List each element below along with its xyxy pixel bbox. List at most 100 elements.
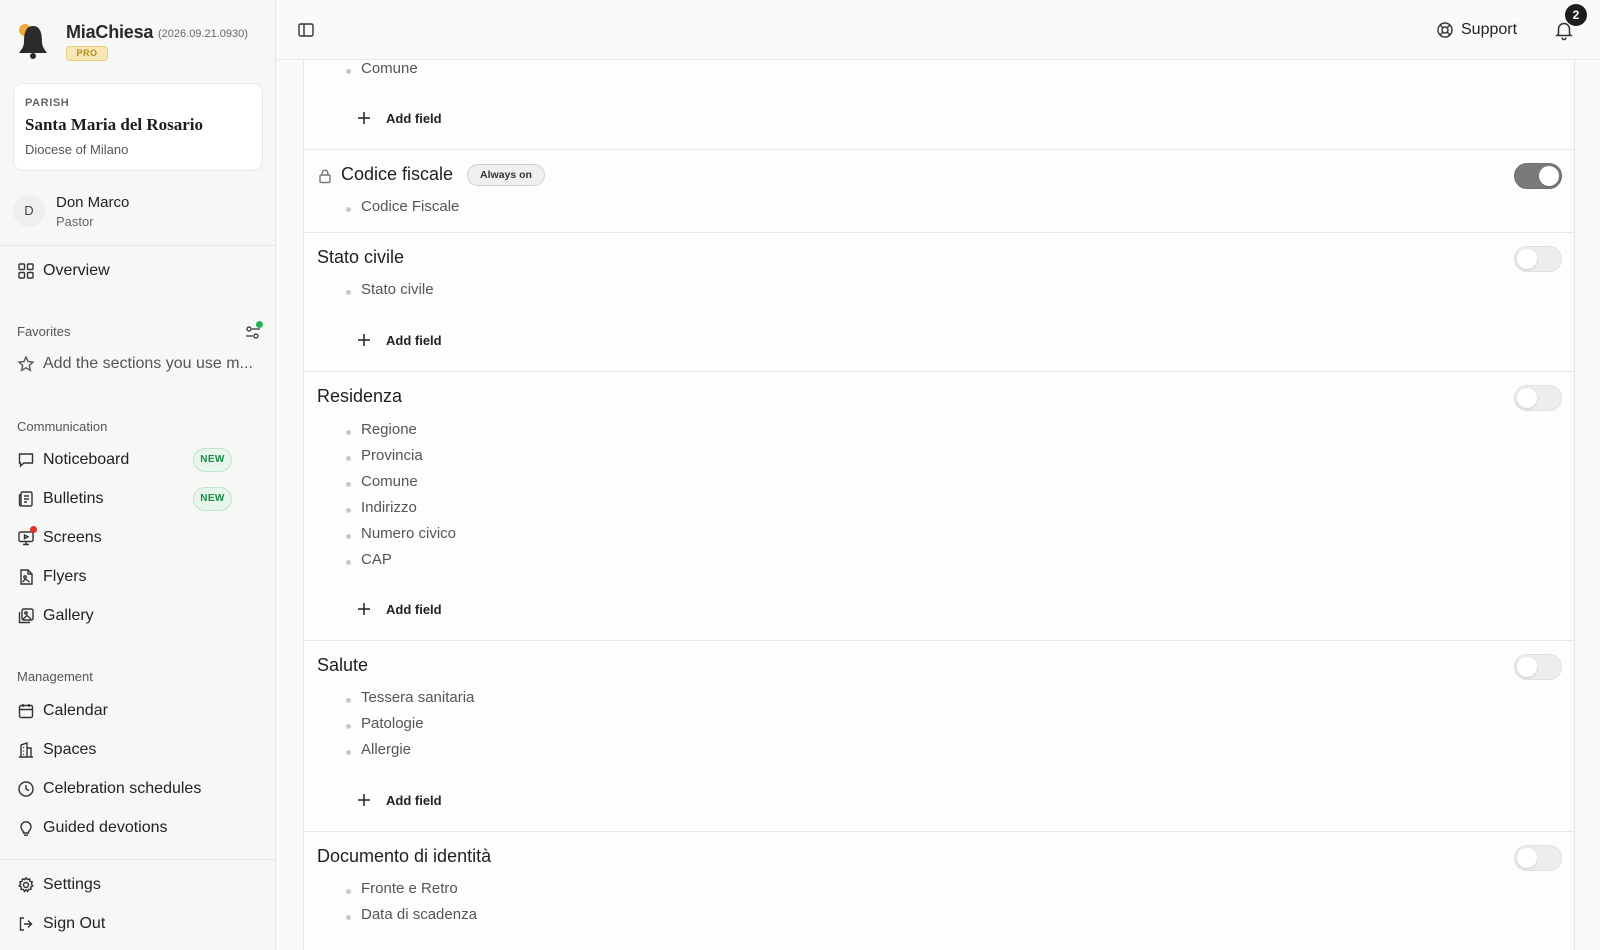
images-icon xyxy=(18,608,34,624)
plus-icon xyxy=(358,794,370,806)
sidebar: MiaChiesa (2026.09.21.0930) PRO PARISH S… xyxy=(0,0,276,950)
sidebar-item-bulletins[interactable]: Bulletins NEW xyxy=(17,486,262,512)
sidebar-item-flyers[interactable]: Flyers xyxy=(17,564,262,590)
sidebar-item-label: Overview xyxy=(43,262,110,279)
field-bullet xyxy=(346,534,351,539)
clock-icon xyxy=(18,781,34,797)
group-title-codice-fiscale: Codice fiscale xyxy=(341,164,454,184)
toggle-knob xyxy=(1517,848,1537,868)
lock-icon xyxy=(319,169,331,184)
support-button[interactable]: Support xyxy=(1436,18,1526,42)
field-item: CAP xyxy=(361,551,392,568)
sidebar-item-label: Bulletins xyxy=(43,490,104,507)
field-bullet xyxy=(346,290,351,295)
group-toggle-stato-civile[interactable] xyxy=(1514,246,1562,272)
app-name: MiaChiesa xyxy=(66,22,154,42)
add-field-label: Add field xyxy=(386,602,442,617)
message-square-icon xyxy=(18,453,34,468)
group-title-documento-identita: Documento di identità xyxy=(317,846,492,866)
sidebar-item-overview[interactable]: Overview xyxy=(17,258,262,284)
toggle-knob xyxy=(1517,388,1537,408)
star-icon xyxy=(17,355,35,372)
sidebar-item-calendar[interactable]: Calendar xyxy=(17,698,262,724)
field-item: Numero civico xyxy=(361,525,457,542)
toggle-knob xyxy=(1539,166,1559,186)
field-item: Codice Fiscale xyxy=(361,198,460,215)
sidebar-item-noticeboard[interactable]: Noticeboard NEW xyxy=(17,447,262,473)
field-item: Comune xyxy=(361,473,418,490)
brand[interactable]: MiaChiesa (2026.09.21.0930) PRO xyxy=(16,18,266,64)
user-name: Don Marco xyxy=(56,194,130,211)
group-divider xyxy=(304,149,1574,150)
support-label: Support xyxy=(1461,21,1518,38)
newspaper-icon xyxy=(18,491,33,507)
field-bullet xyxy=(346,430,351,435)
sidebar-item-label: Spaces xyxy=(43,741,97,758)
field-bullet xyxy=(346,915,351,920)
management-title: Management xyxy=(17,669,93,684)
sidebar-item-sign-out[interactable]: Sign Out xyxy=(17,911,262,937)
new-badge: NEW xyxy=(193,487,232,511)
parish-name: Santa Maria del Rosario xyxy=(25,115,204,134)
field-item: Tessera sanitaria xyxy=(361,689,475,706)
group-divider xyxy=(304,371,1574,372)
field-item: Stato civile xyxy=(361,281,434,298)
field-bullet xyxy=(346,207,351,212)
sidebar-item-label: Guided devotions xyxy=(43,819,168,836)
sidebar-divider xyxy=(0,859,275,860)
notification-count-badge: 2 xyxy=(1565,4,1587,26)
layout-grid-icon xyxy=(18,263,34,279)
group-title-salute: Salute xyxy=(317,655,369,675)
add-field-label: Add field xyxy=(386,333,442,348)
field-item: Allergie xyxy=(361,741,412,758)
parish-card[interactable]: PARISH Santa Maria del Rosario Diocese o… xyxy=(13,83,263,171)
group-toggle-residenza[interactable] xyxy=(1514,385,1562,411)
group-title-residenza: Residenza xyxy=(317,386,403,406)
sidebar-item-celebration-schedules[interactable]: Celebration schedules xyxy=(17,776,262,802)
field-bullet xyxy=(346,508,351,513)
plus-icon xyxy=(358,112,370,124)
sidebar-item-label: Flyers xyxy=(43,568,87,585)
new-badge: NEW xyxy=(193,448,232,472)
favorites-empty-hint[interactable]: Add the sections you use m... xyxy=(17,351,262,377)
toggle-knob xyxy=(1517,249,1537,269)
add-field-button[interactable]: Add field xyxy=(356,328,456,352)
sidebar-item-screens[interactable]: Screens xyxy=(17,525,262,551)
lightbulb-icon xyxy=(20,821,32,836)
sidebar-toggle-icon[interactable] xyxy=(297,21,315,39)
sidebar-item-gallery[interactable]: Gallery xyxy=(17,603,262,629)
sidebar-item-settings[interactable]: Settings xyxy=(17,872,262,898)
file-image-icon xyxy=(20,569,33,585)
user-role: Pastor xyxy=(56,214,94,229)
field-item: Provincia xyxy=(361,447,423,464)
add-field-button[interactable]: Add field xyxy=(356,597,456,621)
gear-icon xyxy=(18,876,34,893)
favorites-status-dot xyxy=(256,321,263,328)
screens-alert-dot xyxy=(30,526,37,533)
app-version: (2026.09.21.0930) xyxy=(158,28,248,40)
add-field-label: Add field xyxy=(386,793,442,808)
log-out-icon xyxy=(19,917,33,931)
add-field-button[interactable]: Add field xyxy=(356,106,456,130)
toggle-knob xyxy=(1517,657,1537,677)
group-toggle-codice-fiscale[interactable] xyxy=(1514,163,1562,189)
add-field-button[interactable]: Add field xyxy=(356,788,456,812)
sidebar-item-label: Sign Out xyxy=(43,915,106,932)
field-bullet xyxy=(346,698,351,703)
topbar: Support 2 xyxy=(276,0,1600,60)
user-menu[interactable]: D Don Marco Pastor xyxy=(13,192,263,232)
group-divider xyxy=(304,640,1574,641)
sidebar-item-spaces[interactable]: Spaces xyxy=(17,737,262,763)
calendar-icon xyxy=(18,704,34,719)
plus-icon xyxy=(358,334,370,346)
field-bullet xyxy=(346,560,351,565)
group-toggle-documento-identita[interactable] xyxy=(1514,845,1562,871)
field-bullet xyxy=(346,750,351,755)
bell-logo-icon xyxy=(19,24,47,59)
field-bullet xyxy=(346,889,351,894)
sidebar-divider xyxy=(0,245,275,246)
sidebar-item-guided-devotions[interactable]: Guided devotions xyxy=(17,815,262,841)
group-toggle-salute[interactable] xyxy=(1514,654,1562,680)
field-bullet xyxy=(346,69,351,74)
add-field-label: Add field xyxy=(386,111,442,126)
